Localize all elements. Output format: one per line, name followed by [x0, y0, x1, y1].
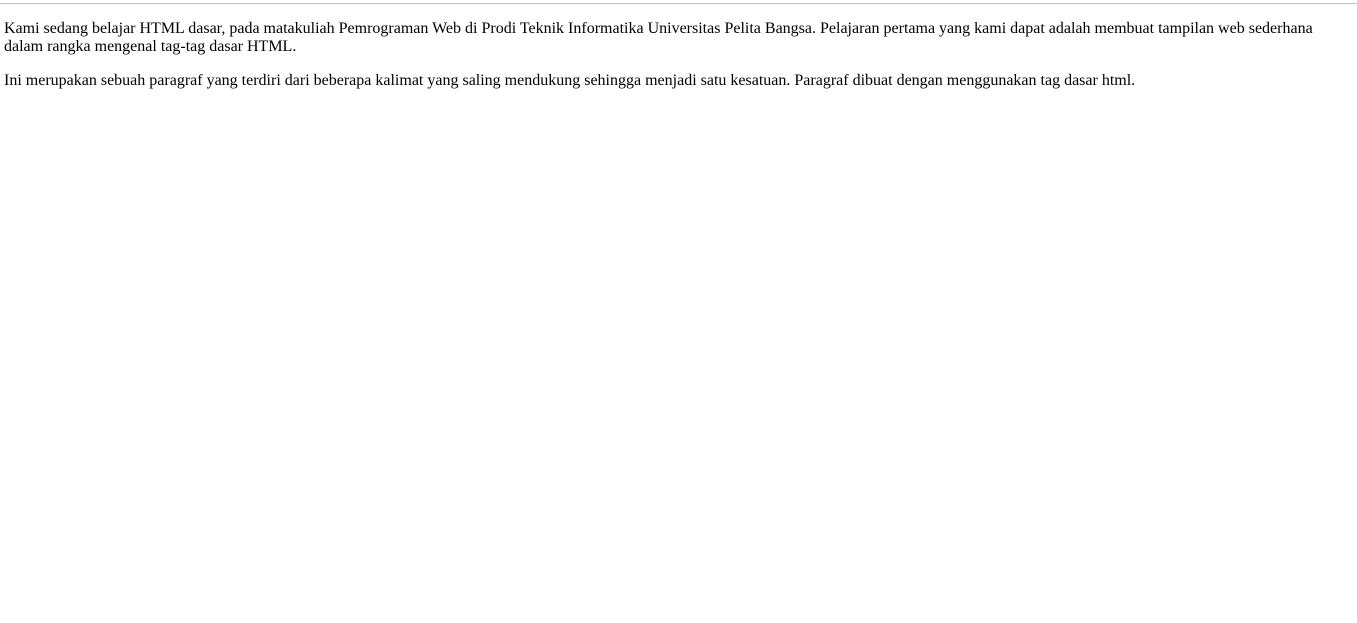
- web-page: Kami sedang belajar HTML dasar, pada mat…: [0, 0, 1357, 623]
- page-content: Kami sedang belajar HTML dasar, pada mat…: [4, 20, 1334, 106]
- horizontal-rule: [0, 3, 1357, 4]
- paragraph-intro: Kami sedang belajar HTML dasar, pada mat…: [4, 20, 1313, 55]
- paragraph-definition: Ini merupakan sebuah paragraf yang terdi…: [4, 72, 1136, 89]
